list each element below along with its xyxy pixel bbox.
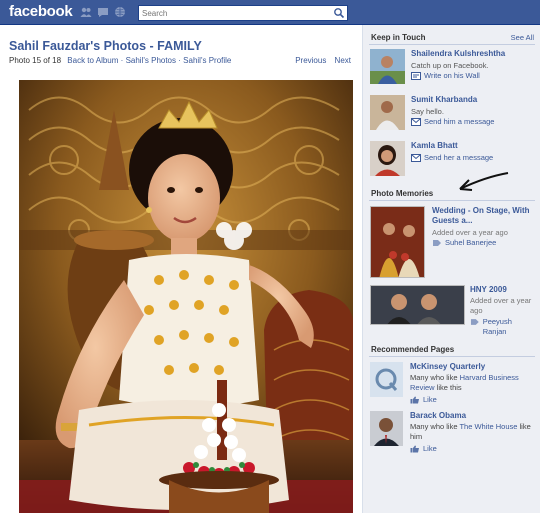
notifications-globe-icon[interactable] bbox=[114, 6, 126, 18]
friend-name-link[interactable]: Kamla Bhatt bbox=[411, 141, 458, 150]
keep-in-touch-item: Shailendra Kulshreshtha Catch up on Face… bbox=[370, 49, 536, 87]
page-title: Sahil Fauzdar's Photos - FAMILY bbox=[9, 39, 202, 53]
page-description: Many who like Harvard Business Review li… bbox=[410, 373, 536, 393]
send-message-label: Send him a message bbox=[424, 117, 495, 126]
search-box bbox=[138, 5, 348, 21]
like-button[interactable]: Like bbox=[410, 395, 437, 404]
like-button[interactable]: Like bbox=[410, 444, 437, 453]
thumbs-up-icon bbox=[410, 396, 419, 403]
divider bbox=[369, 356, 535, 357]
like-label: Like bbox=[423, 395, 437, 404]
wall-post-icon bbox=[411, 71, 421, 80]
right-sidebar: Keep in Touch See All Shailendra Kulshre… bbox=[362, 25, 540, 513]
desc-text: Many who like bbox=[410, 422, 460, 431]
memory-date: Added over a year ago bbox=[470, 296, 532, 315]
keep-in-touch-title: Keep in Touch bbox=[371, 33, 426, 42]
facebook-logo[interactable]: facebook bbox=[9, 3, 73, 20]
memory-date: Added over a year ago bbox=[432, 228, 508, 237]
messages-icon[interactable] bbox=[97, 6, 109, 18]
related-page-link[interactable]: The White House bbox=[459, 422, 517, 431]
recommended-page-item: Barack Obama Many who like The White Hou… bbox=[370, 411, 536, 453]
bullet-separator: · bbox=[120, 56, 124, 65]
page-name-link[interactable]: Barack Obama bbox=[410, 411, 466, 420]
photo-memory-item: HNY 2009 Added over a year ago Peeyush R… bbox=[370, 285, 536, 336]
thumbs-up-icon bbox=[410, 445, 419, 452]
search-input[interactable] bbox=[139, 6, 329, 20]
bullet-separator: · bbox=[178, 56, 181, 65]
notification-icons bbox=[80, 6, 126, 18]
friend-name-link[interactable]: Sumit Kharbanda bbox=[411, 95, 477, 104]
memory-tag-name: Suhel Banerjee bbox=[445, 238, 497, 247]
write-on-wall-label: Write on his Wall bbox=[424, 71, 480, 80]
avatar[interactable] bbox=[370, 49, 405, 84]
tag-icon bbox=[470, 319, 479, 325]
send-message-link[interactable]: Send her a message bbox=[411, 153, 493, 162]
memory-tag[interactable]: Suhel Banerjee bbox=[432, 238, 496, 248]
send-message-label: Send her a message bbox=[424, 153, 494, 162]
envelope-icon bbox=[411, 117, 421, 126]
avatar[interactable] bbox=[370, 95, 405, 130]
divider bbox=[369, 44, 535, 45]
previous-photo-link[interactable]: Previous bbox=[295, 56, 326, 65]
write-on-wall-link[interactable]: Write on his Wall bbox=[411, 71, 480, 80]
send-message-link[interactable]: Send him a message bbox=[411, 117, 494, 126]
main-photo[interactable] bbox=[19, 80, 353, 513]
memory-tag-name: Peeyush Ranjan bbox=[482, 317, 512, 336]
back-to-album-link[interactable]: Back to Album bbox=[67, 56, 118, 65]
photo-memories-title: Photo Memories bbox=[371, 189, 434, 198]
photo-pager: Previous Next bbox=[289, 56, 351, 65]
keep-in-touch-item: Kamla Bhatt Send her a message bbox=[370, 141, 536, 179]
friend-requests-icon[interactable] bbox=[80, 6, 92, 18]
photo-counter: Photo 15 of 18 bbox=[9, 56, 62, 65]
envelope-icon bbox=[411, 153, 421, 162]
avatar[interactable] bbox=[370, 141, 405, 176]
top-bar: facebook bbox=[0, 0, 540, 25]
page-avatar[interactable] bbox=[370, 411, 403, 446]
photo-subnav: Photo 15 of 18 Back to Album · Sahil's P… bbox=[9, 56, 231, 65]
page-description: Many who like The White House like him bbox=[410, 422, 536, 442]
owner-profile-link[interactable]: Sahil's Profile bbox=[183, 56, 231, 65]
friend-prompt: Say hello. bbox=[411, 107, 444, 116]
photo-memory-item: Wedding - On Stage, With Guests a... Add… bbox=[370, 206, 536, 278]
photo-viewer: Sahil Fauzdar's Photos - FAMILY Photo 15… bbox=[0, 25, 362, 513]
page-name-link[interactable]: McKinsey Quarterly bbox=[410, 362, 485, 371]
owner-photos-link[interactable]: Sahil's Photos bbox=[126, 56, 176, 65]
memory-title-link[interactable]: HNY 2009 bbox=[470, 285, 536, 295]
hand-drawn-arrow-icon bbox=[459, 172, 509, 191]
search-icon[interactable] bbox=[333, 7, 345, 19]
divider bbox=[369, 200, 535, 201]
memory-thumbnail[interactable] bbox=[370, 206, 425, 278]
see-all-link[interactable]: See All bbox=[511, 33, 534, 42]
memory-tag[interactable]: Peeyush Ranjan bbox=[470, 317, 536, 337]
friend-prompt: Catch up on Facebook. bbox=[411, 61, 489, 70]
next-photo-link[interactable]: Next bbox=[335, 56, 351, 65]
memory-title-link[interactable]: Wedding - On Stage, With Guests a... bbox=[432, 206, 536, 226]
memory-thumbnail[interactable] bbox=[370, 285, 465, 325]
recommended-page-item: McKinsey Quarterly Many who like Harvard… bbox=[370, 362, 536, 404]
friend-name-link[interactable]: Shailendra Kulshreshtha bbox=[411, 49, 505, 58]
photo-illustration bbox=[19, 80, 353, 513]
desc-text: Many who like bbox=[410, 373, 460, 382]
recommended-pages-title: Recommended Pages bbox=[371, 345, 455, 354]
like-label: Like bbox=[423, 444, 437, 453]
desc-text: like this bbox=[434, 383, 462, 392]
tag-icon bbox=[433, 240, 441, 246]
page-avatar[interactable] bbox=[370, 362, 403, 397]
keep-in-touch-item: Sumit Kharbanda Say hello. Send him a me… bbox=[370, 95, 536, 133]
